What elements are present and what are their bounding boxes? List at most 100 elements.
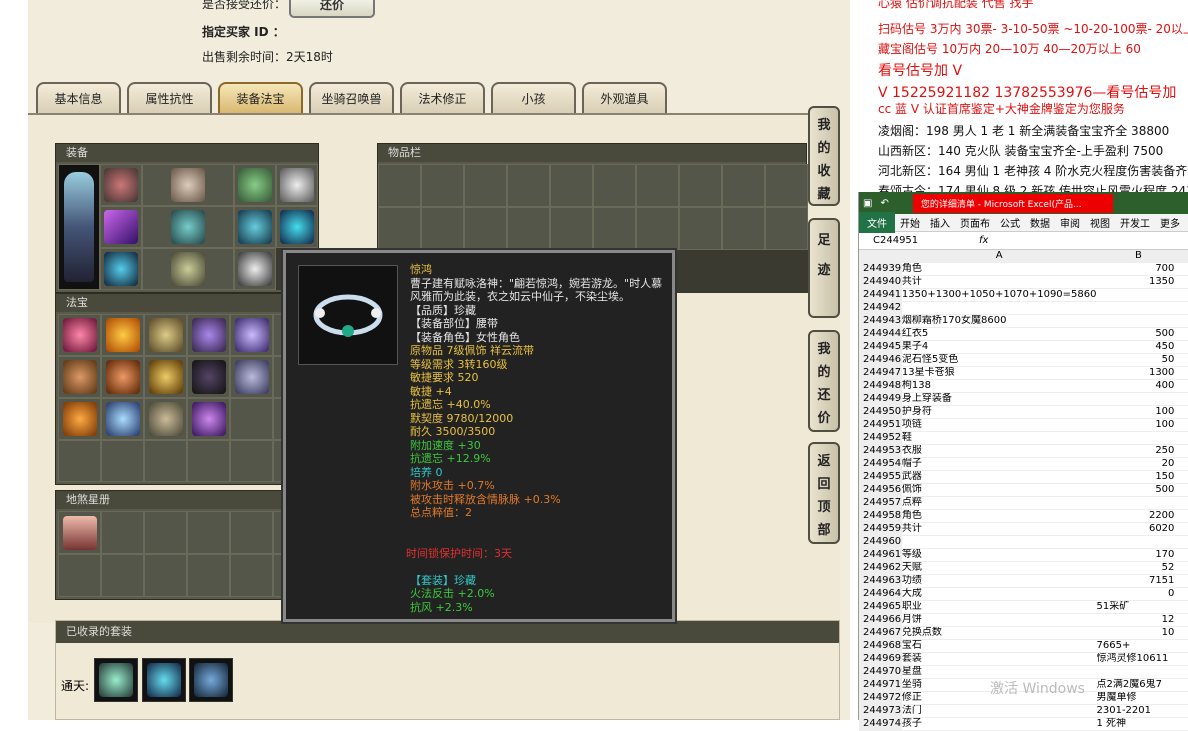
row-number[interactable]: 244946: [859, 353, 902, 367]
cell-a[interactable]: 兑换点数: [901, 626, 1097, 640]
cell-a[interactable]: [901, 535, 1097, 549]
tab-equipment[interactable]: 装备法宝: [218, 82, 303, 115]
fabao-slot[interactable]: [230, 440, 273, 482]
inventory-slot[interactable]: [550, 207, 593, 250]
equip-slot[interactable]: [100, 164, 142, 206]
row-number[interactable]: 244947: [859, 366, 902, 380]
cell-a[interactable]: 共计: [901, 522, 1097, 536]
undo-icon[interactable]: ↶: [876, 198, 892, 209]
row-number[interactable]: 244963: [859, 574, 902, 588]
row-number[interactable]: 244974: [859, 717, 902, 731]
inventory-slot[interactable]: [507, 207, 550, 250]
cell-c[interactable]: [1180, 262, 1188, 276]
cell-c[interactable]: [1180, 613, 1188, 627]
cell-b[interactable]: 2200: [1096, 509, 1181, 523]
cell-b[interactable]: 2301-2201: [1096, 704, 1181, 718]
fabao-slot[interactable]: [187, 440, 230, 482]
cell-c[interactable]: [1180, 626, 1188, 640]
cell-c[interactable]: [1180, 353, 1188, 367]
equip-slot[interactable]: [234, 206, 276, 248]
cell-b[interactable]: [1096, 392, 1181, 406]
row-number[interactable]: 244962: [859, 561, 902, 575]
cell-b[interactable]: [1096, 314, 1181, 328]
cell-a[interactable]: 套装: [901, 652, 1097, 666]
inventory-slot[interactable]: [636, 207, 679, 250]
cell-c[interactable]: [1180, 301, 1188, 315]
cell-b[interactable]: 0: [1096, 587, 1181, 601]
row-number[interactable]: 244939: [859, 262, 902, 276]
cell-c[interactable]: [1180, 600, 1188, 614]
inventory-slot[interactable]: [679, 207, 722, 250]
inventory-slot[interactable]: [593, 164, 636, 207]
fabao-slot[interactable]: [144, 440, 187, 482]
inventory-slot[interactable]: [378, 164, 421, 207]
cell-a[interactable]: 护身符: [901, 405, 1097, 419]
cell-c[interactable]: [1180, 717, 1188, 731]
cell-a[interactable]: 职业: [901, 600, 1097, 614]
cell-a[interactable]: 衣服: [901, 444, 1097, 458]
fabao-slot[interactable]: [187, 398, 230, 440]
fabao-slot[interactable]: [230, 314, 273, 356]
cell-b[interactable]: 500: [1096, 483, 1181, 497]
cell-b[interactable]: 250: [1096, 444, 1181, 458]
column-a-header[interactable]: A: [901, 250, 1097, 263]
inventory-slot[interactable]: [507, 164, 550, 207]
equip-slot[interactable]: [142, 206, 234, 248]
equip-slot[interactable]: [142, 164, 234, 206]
cell-b[interactable]: 100: [1096, 418, 1181, 432]
star-book-slot[interactable]: [187, 511, 230, 554]
star-book-slot[interactable]: [230, 554, 273, 597]
row-number[interactable]: 244950: [859, 405, 902, 419]
suit-item[interactable]: [142, 658, 186, 702]
cell-a[interactable]: 共计: [901, 275, 1097, 289]
row-number[interactable]: 244966: [859, 613, 902, 627]
cell-b[interactable]: 惊鸿灵修10611: [1096, 652, 1181, 666]
row-number[interactable]: 244952: [859, 431, 902, 445]
cell-b[interactable]: 50: [1096, 353, 1181, 367]
cell-a[interactable]: 鞋: [901, 431, 1097, 445]
inventory-slot[interactable]: [765, 164, 808, 207]
tab-appearance[interactable]: 外观道具: [582, 82, 667, 115]
cell-c[interactable]: [1180, 483, 1188, 497]
equip-slot[interactable]: [234, 248, 276, 290]
cell-b[interactable]: [1096, 288, 1181, 302]
cell-b[interactable]: [1096, 535, 1181, 549]
cell-c[interactable]: [1180, 366, 1188, 380]
ribbon-tab[interactable]: 页面布: [955, 215, 995, 230]
ribbon-tab[interactable]: 审阅: [1055, 215, 1085, 230]
cell-b[interactable]: 700: [1096, 262, 1181, 276]
fabao-slot[interactable]: [101, 314, 144, 356]
row-number[interactable]: 244965: [859, 600, 902, 614]
cell-b[interactable]: 7151: [1096, 574, 1181, 588]
fabao-slot[interactable]: [101, 440, 144, 482]
tab-attributes[interactable]: 属性抗性: [127, 82, 212, 115]
cell-c[interactable]: [1180, 496, 1188, 510]
cell-a[interactable]: 项链: [901, 418, 1097, 432]
cell-b[interactable]: 1 死神: [1096, 717, 1181, 731]
row-number[interactable]: 244940: [859, 275, 902, 289]
inventory-slot[interactable]: [464, 164, 507, 207]
cell-c[interactable]: [1180, 678, 1188, 692]
cell-a[interactable]: 红衣5: [901, 327, 1097, 341]
cell-b[interactable]: [1096, 301, 1181, 315]
cell-c[interactable]: [1180, 444, 1188, 458]
star-book-slot[interactable]: [101, 554, 144, 597]
cell-c[interactable]: [1180, 314, 1188, 328]
cell-a[interactable]: 枸138: [901, 379, 1097, 393]
cell-a[interactable]: 法门: [901, 704, 1097, 718]
row-number[interactable]: 244970: [859, 665, 902, 679]
fabao-slot[interactable]: [101, 356, 144, 398]
star-book-slot[interactable]: [58, 554, 101, 597]
suit-item[interactable]: [94, 658, 138, 702]
inventory-slot[interactable]: [722, 164, 765, 207]
fabao-slot[interactable]: [58, 398, 101, 440]
cell-c[interactable]: [1180, 561, 1188, 575]
row-number[interactable]: 244951: [859, 418, 902, 432]
inventory-slot[interactable]: [636, 164, 679, 207]
cell-a[interactable]: 天赋: [901, 561, 1097, 575]
fabao-slot[interactable]: [144, 314, 187, 356]
cell-c[interactable]: [1180, 587, 1188, 601]
cell-c[interactable]: [1180, 639, 1188, 653]
footprint-button[interactable]: 足迹: [808, 218, 840, 318]
cell-c[interactable]: [1180, 392, 1188, 406]
